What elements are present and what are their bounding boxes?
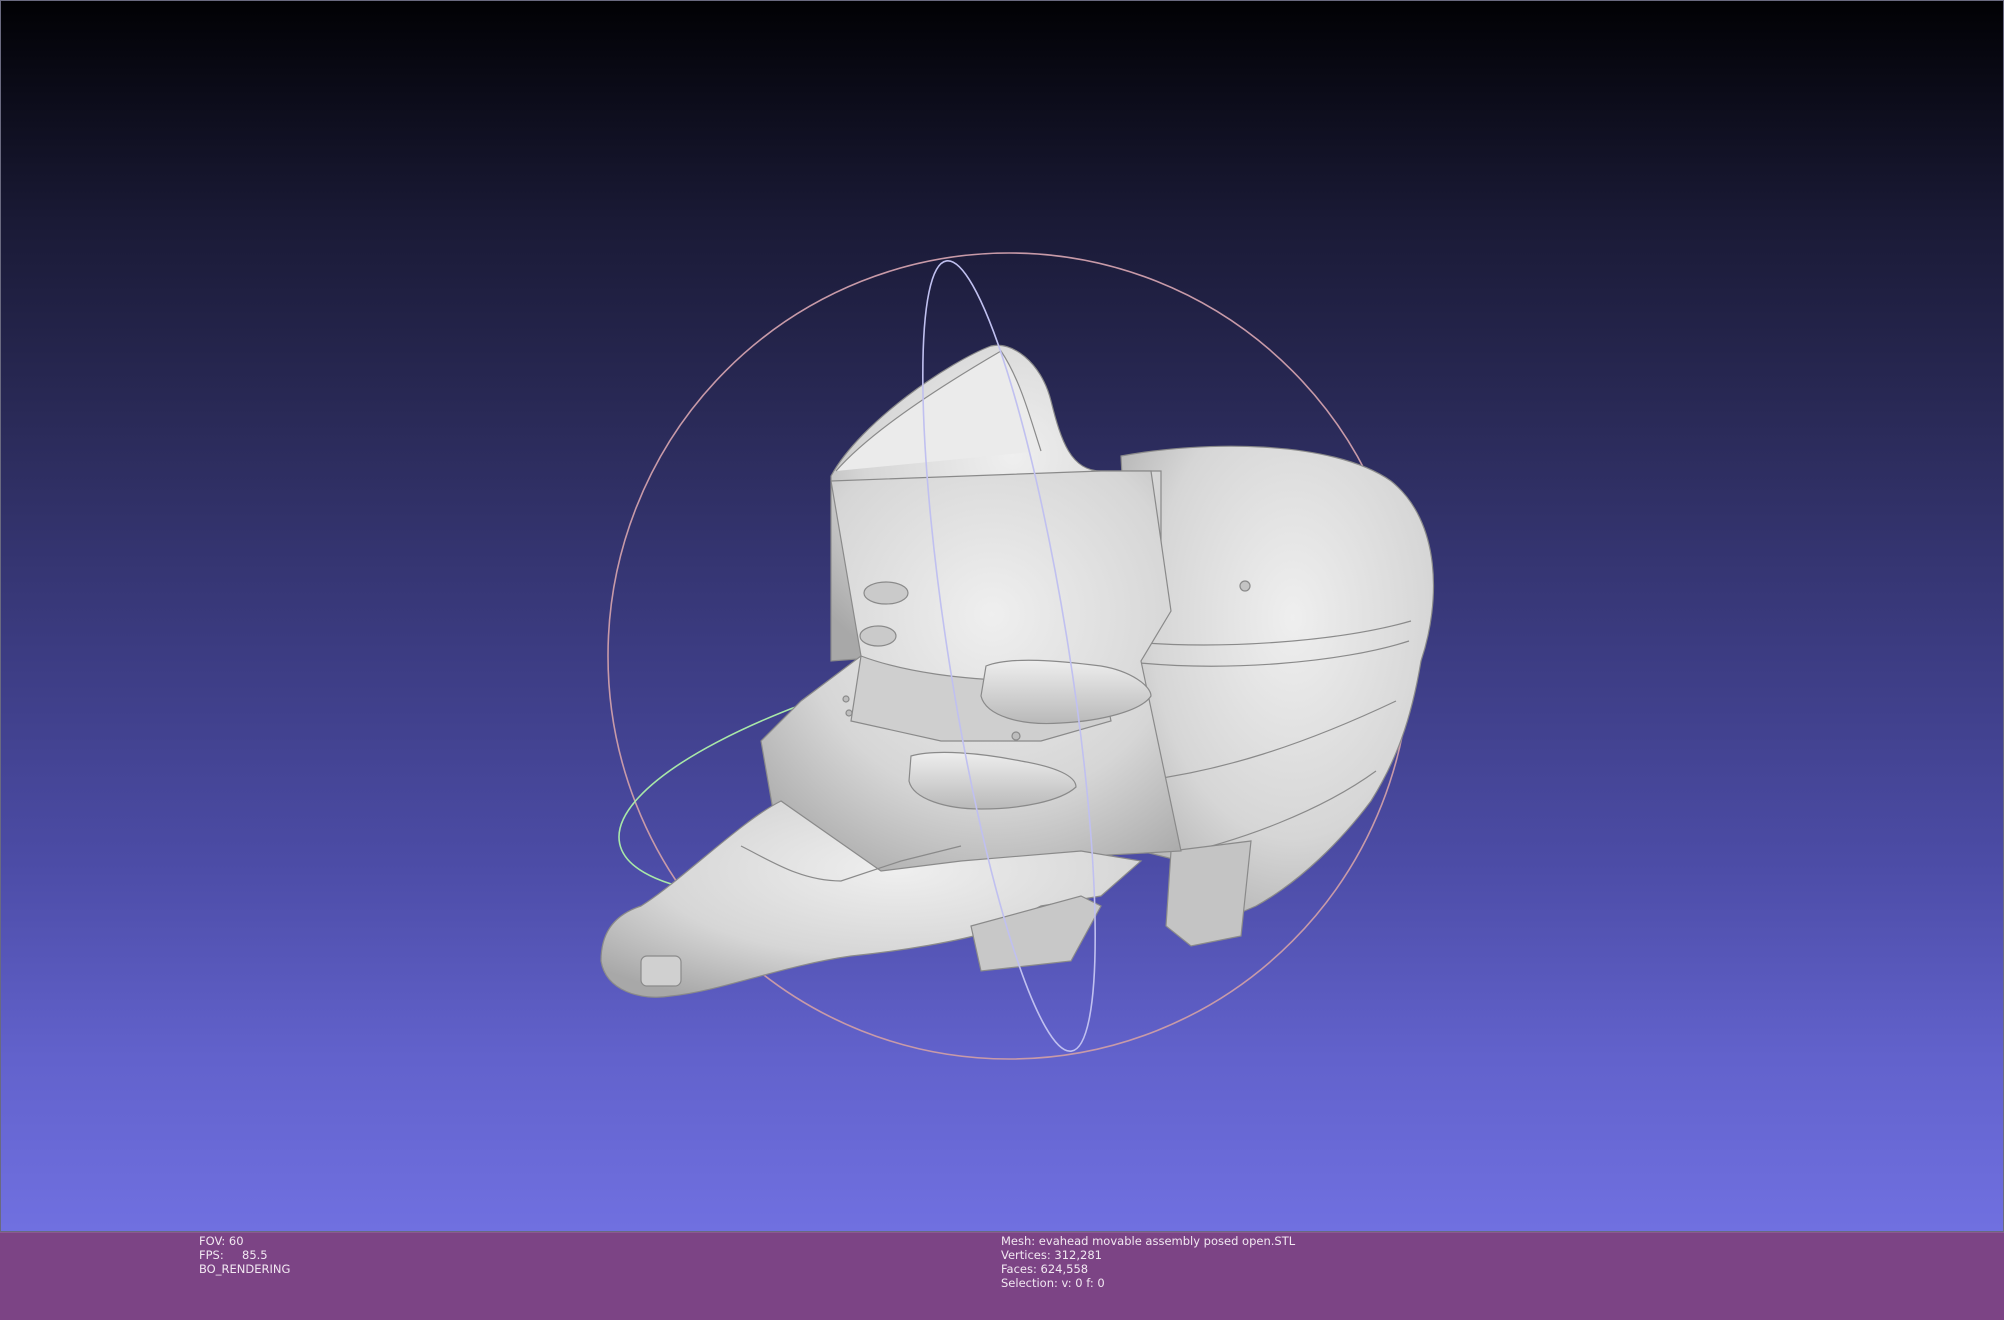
- rear-dome: [1120, 445, 1435, 937]
- vertices-label: Vertices: 312,281: [1001, 1248, 1102, 1262]
- render-mode-label: BO_RENDERING: [199, 1262, 291, 1276]
- scene: [600, 252, 1435, 1060]
- mesh-info: Mesh: evahead movable assembly posed ope…: [1001, 1234, 1295, 1290]
- helmet-mesh: [600, 344, 1435, 998]
- selection-label: Selection: v: 0 f: 0: [1001, 1276, 1105, 1290]
- faces-label: Faces: 624,558: [1001, 1262, 1089, 1276]
- eye-slot-upper: [863, 581, 909, 605]
- fps-label: FPS: 85.5: [199, 1248, 268, 1262]
- rear-box: [1165, 840, 1252, 947]
- render-info: FOV: 60 FPS: 85.5 BO_RENDERING: [199, 1234, 290, 1276]
- fov-label: FOV: 60: [199, 1234, 244, 1248]
- 3d-viewport[interactable]: [0, 0, 2004, 1232]
- mesh-name-label: Mesh: evahead movable assembly posed ope…: [1001, 1234, 1296, 1248]
- snout-vent: [640, 955, 682, 987]
- eye-slot-lower: [859, 625, 897, 647]
